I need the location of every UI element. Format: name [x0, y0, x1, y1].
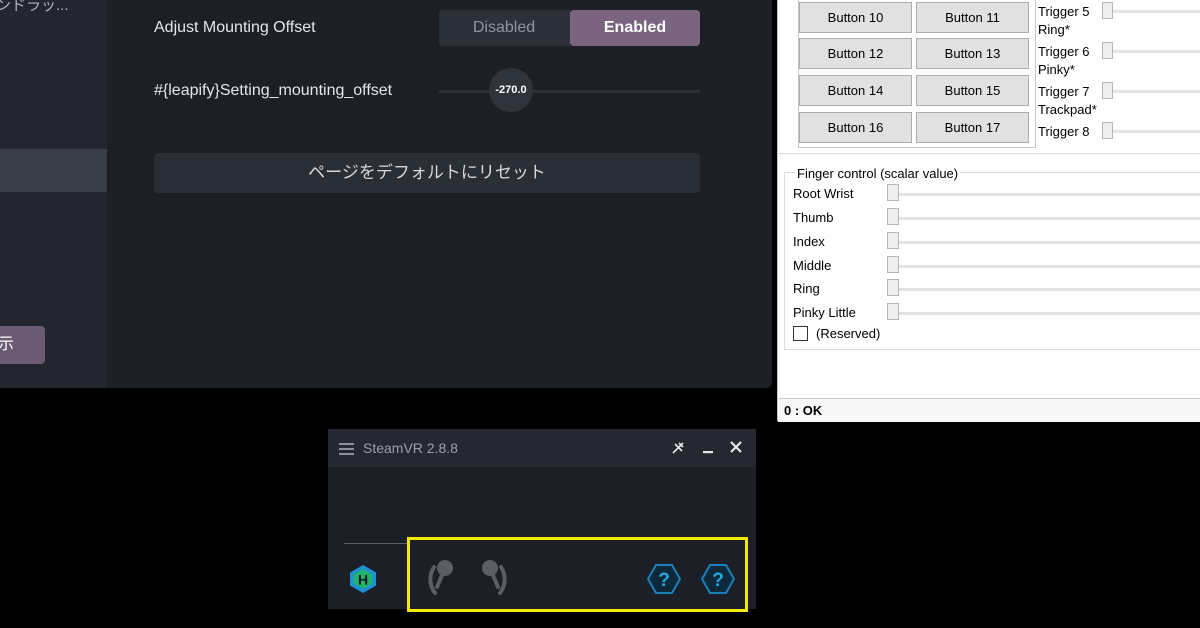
pin-icon[interactable] — [670, 441, 686, 455]
trigger-5-slider[interactable] — [1111, 10, 1200, 13]
close-icon[interactable] — [728, 441, 744, 453]
reserved-checkbox[interactable] — [793, 326, 808, 341]
finger-ring-handle[interactable] — [887, 279, 899, 296]
mounting-offset-label: Adjust Mounting Offset — [154, 19, 316, 36]
finger-middle-label: Middle — [793, 258, 832, 273]
headset-icon[interactable]: H — [347, 563, 379, 595]
finger-pinky-little-handle[interactable] — [887, 303, 899, 320]
finger-root-wrist-handle[interactable] — [887, 184, 899, 201]
trigger-8-slider[interactable] — [1111, 130, 1200, 133]
enabled-option[interactable]: Enabled — [570, 10, 700, 46]
controller-test-window: Button 10 Button 11 Button 12 Button 13 … — [777, 0, 1200, 422]
finger-control-title: Finger control (scalar value) — [795, 166, 961, 181]
button-10[interactable]: Button 10 — [799, 2, 912, 33]
finger-root-wrist-label: Root Wrist — [793, 186, 854, 201]
finger-ring-slider[interactable] — [897, 288, 1200, 291]
status-divider — [344, 543, 410, 544]
trigger-7-sub: Trackpad* — [1038, 102, 1097, 117]
trigger-6-sub: Pinky* — [1038, 62, 1075, 77]
steamvr-title: SteamVR 2.8.8 — [363, 440, 458, 456]
trigger-7-slider[interactable] — [1111, 90, 1200, 93]
highlight-box — [407, 537, 748, 612]
mounting-offset-toggle: Disabled Enabled — [439, 10, 700, 46]
steamvr-titlebar: SteamVR 2.8.8 — [328, 429, 756, 467]
finger-thumb-slider[interactable] — [897, 217, 1200, 220]
button-17[interactable]: Button 17 — [916, 112, 1029, 143]
trigger-5-label: Trigger 5 — [1038, 4, 1090, 19]
trigger-6-label: Trigger 6 — [1038, 44, 1090, 59]
button-12[interactable]: Button 12 — [799, 38, 912, 69]
button-13[interactable]: Button 13 — [916, 38, 1029, 69]
show-button[interactable]: 示 — [0, 326, 45, 364]
menu-icon[interactable] — [339, 443, 354, 455]
finger-index-slider[interactable] — [897, 241, 1200, 244]
offset-slider-track[interactable] — [439, 90, 700, 93]
trigger-6-slider[interactable] — [1111, 50, 1200, 53]
finger-thumb-label: Thumb — [793, 210, 834, 225]
button-16[interactable]: Button 16 — [799, 112, 912, 143]
trigger-8-handle[interactable] — [1102, 122, 1113, 139]
trigger-7-handle[interactable] — [1102, 82, 1113, 99]
finger-pinky-little-slider[interactable] — [897, 312, 1200, 315]
finger-ring-label: Ring — [793, 281, 820, 296]
minimize-icon[interactable] — [700, 441, 716, 455]
reserved-label: (Reserved) — [816, 326, 881, 341]
trigger-7-label: Trigger 7 — [1038, 84, 1090, 99]
trigger-6-handle[interactable] — [1102, 42, 1113, 59]
button-15[interactable]: Button 15 — [916, 75, 1029, 106]
finger-root-wrist-slider[interactable] — [897, 193, 1200, 196]
button-14[interactable]: Button 14 — [799, 75, 912, 106]
finger-pinky-little-label: Pinky Little — [793, 305, 856, 320]
finger-middle-handle[interactable] — [887, 256, 899, 273]
settings-window: ンドラッ... 示 Adjust Mounting Offset Disable… — [0, 0, 772, 388]
trigger-5-handle[interactable] — [1102, 2, 1113, 19]
settings-sidebar: ンドラッ... 示 — [0, 0, 107, 388]
section-divider — [778, 153, 1200, 154]
sidebar-item-top[interactable]: ンドラッ... — [0, 0, 69, 15]
trigger-8-label: Trigger 8 — [1038, 124, 1090, 139]
button-11[interactable]: Button 11 — [916, 2, 1029, 33]
finger-thumb-handle[interactable] — [887, 208, 899, 225]
finger-middle-slider[interactable] — [897, 265, 1200, 268]
offset-slider-handle[interactable]: -270.0 — [489, 68, 533, 112]
trigger-5-sub: Ring* — [1038, 22, 1070, 37]
reset-defaults-button[interactable]: ページをデフォルトにリセット — [154, 153, 700, 193]
disabled-option[interactable]: Disabled — [439, 10, 569, 46]
sidebar-item-selected[interactable] — [0, 149, 107, 192]
finger-index-handle[interactable] — [887, 232, 899, 249]
finger-index-label: Index — [793, 234, 825, 249]
svg-text:H: H — [358, 572, 368, 588]
button-group: Button 10 Button 11 Button 12 Button 13 … — [798, 0, 1036, 148]
status-bar: 0 : OK — [778, 398, 1200, 422]
offset-setting-label: #{leapify}Setting_mounting_offset — [154, 82, 393, 99]
